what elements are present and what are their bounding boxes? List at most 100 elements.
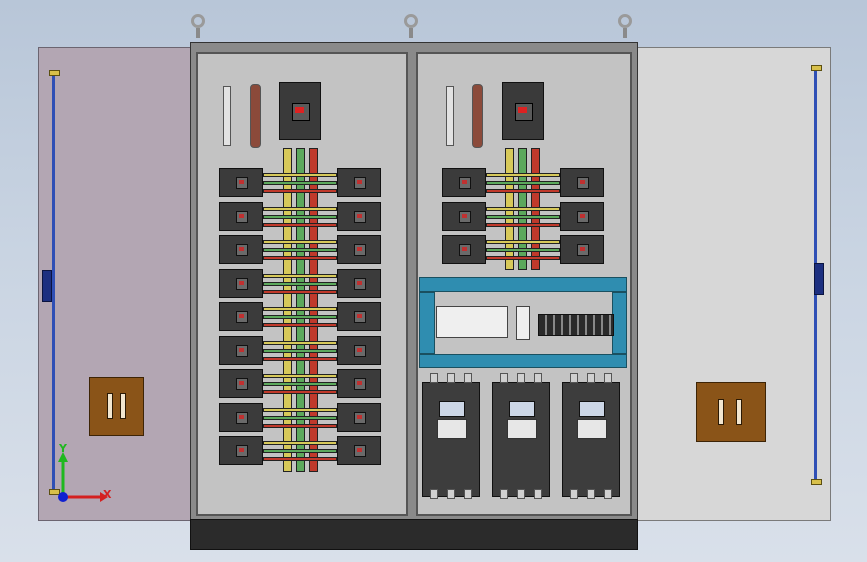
- busbar-strap: [263, 423, 337, 428]
- circuit-breaker[interactable]: [337, 335, 381, 365]
- circuit-breaker[interactable]: [442, 235, 486, 264]
- vfd-terminal-lug: [517, 489, 525, 499]
- circuit-breaker[interactable]: [219, 402, 263, 432]
- cable-duct-right: [612, 292, 627, 354]
- busbar-strap: [263, 441, 337, 445]
- vfd-terminal-lug: [464, 489, 472, 499]
- busbar-strap: [263, 240, 337, 244]
- vfd-display: [439, 401, 465, 417]
- vfd-drive-1[interactable]: [422, 382, 480, 497]
- vfd-terminal-lug: [604, 489, 612, 499]
- handle-slot: [736, 399, 742, 425]
- busbar-strap: [263, 348, 337, 353]
- busbar-strap: [486, 256, 560, 260]
- busbar-strap: [486, 173, 560, 177]
- vfd-drive-2[interactable]: [492, 382, 550, 497]
- circuit-breaker[interactable]: [219, 302, 263, 331]
- plc-module[interactable]: [516, 306, 530, 340]
- left-door-rod-cap-top: [49, 70, 60, 76]
- cabinet-plinth: [190, 519, 638, 550]
- vfd-terminal-lug: [570, 489, 578, 499]
- lifting-eye-icon: [191, 14, 205, 28]
- busbar-strap: [486, 240, 560, 244]
- lifting-eye-stem: [409, 28, 413, 38]
- circuit-breaker[interactable]: [337, 369, 381, 398]
- circuit-breaker[interactable]: [219, 369, 263, 398]
- busbar-strap: [486, 189, 560, 193]
- vfd-terminal-lug: [447, 373, 455, 383]
- circuit-breaker[interactable]: [219, 335, 263, 365]
- busbar-strap: [263, 273, 337, 278]
- lifting-eye-stem: [196, 28, 200, 38]
- vfd-drive-3[interactable]: [562, 382, 620, 497]
- busbar-strap: [486, 214, 560, 219]
- circuit-breaker[interactable]: [337, 268, 381, 298]
- terminal-strip: [223, 86, 231, 146]
- neutral-bar: [472, 84, 483, 148]
- triad-z-origin: [58, 492, 68, 502]
- busbar-strap: [263, 222, 337, 227]
- circuit-breaker[interactable]: [219, 268, 263, 298]
- neutral-bar: [250, 84, 261, 148]
- vfd-terminal-lug: [534, 489, 542, 499]
- busbar-strap: [263, 173, 337, 177]
- circuit-breaker[interactable]: [337, 235, 381, 264]
- main-breaker[interactable]: [502, 82, 544, 140]
- circuit-breaker[interactable]: [560, 168, 604, 197]
- busbar-strap: [263, 248, 337, 252]
- vfd-terminal-lug: [430, 489, 438, 499]
- left-door-latch[interactable]: [42, 270, 52, 302]
- right-door-latch[interactable]: [814, 263, 824, 295]
- circuit-breaker[interactable]: [560, 235, 604, 264]
- main-breaker[interactable]: [279, 82, 321, 140]
- circuit-breaker[interactable]: [219, 201, 263, 231]
- busbar-strap: [263, 189, 337, 193]
- vfd-terminal-lug: [447, 489, 455, 499]
- main-breaker-toggle[interactable]: [518, 107, 527, 113]
- busbar-strap: [263, 206, 337, 211]
- busbar-strap: [263, 449, 337, 453]
- circuit-breaker[interactable]: [337, 402, 381, 432]
- vfd-terminal-lug: [587, 373, 595, 383]
- busbar-strap: [263, 289, 337, 294]
- circuit-breaker[interactable]: [442, 168, 486, 197]
- vfd-terminal-lug: [587, 489, 595, 499]
- circuit-breaker[interactable]: [219, 436, 263, 465]
- cable-duct-left: [419, 292, 435, 354]
- triad-y-label: Y: [59, 442, 67, 455]
- busbar-strap: [263, 374, 337, 378]
- busbar-strap: [263, 356, 337, 361]
- circuit-breaker[interactable]: [337, 436, 381, 465]
- handle-slot: [120, 393, 126, 419]
- circuit-breaker[interactable]: [442, 201, 486, 231]
- circuit-breaker[interactable]: [337, 201, 381, 231]
- door-handle-right[interactable]: [696, 382, 766, 442]
- vfd-display: [509, 401, 535, 417]
- circuit-breaker[interactable]: [219, 235, 263, 264]
- right-door-rod-cap-top: [811, 65, 822, 71]
- cable-duct-top: [419, 277, 627, 292]
- lifting-eye-icon: [404, 14, 418, 28]
- door-handle-left[interactable]: [89, 377, 144, 436]
- handle-slot: [107, 393, 113, 419]
- main-breaker-toggle[interactable]: [295, 107, 304, 113]
- vfd-keypad[interactable]: [507, 419, 537, 439]
- right-door: [636, 47, 831, 521]
- cable-duct-bottom: [419, 354, 627, 368]
- circuit-breaker[interactable]: [337, 302, 381, 331]
- circuit-breaker[interactable]: [337, 168, 381, 197]
- vfd-keypad[interactable]: [437, 419, 467, 439]
- terminal-block-row: [538, 314, 614, 336]
- terminal-strip: [446, 86, 454, 146]
- vfd-terminal-lug: [604, 373, 612, 383]
- vfd-keypad[interactable]: [577, 419, 607, 439]
- busbar-strap: [263, 281, 337, 286]
- vfd-terminal-lug: [430, 373, 438, 383]
- circuit-breaker[interactable]: [219, 168, 263, 197]
- circuit-breaker[interactable]: [560, 201, 604, 231]
- right-door-rod-cap-bottom: [811, 479, 822, 485]
- busbar-strap: [263, 181, 337, 185]
- busbar-strap: [263, 256, 337, 260]
- busbar-strap: [263, 340, 337, 345]
- plc-controller[interactable]: [436, 306, 508, 338]
